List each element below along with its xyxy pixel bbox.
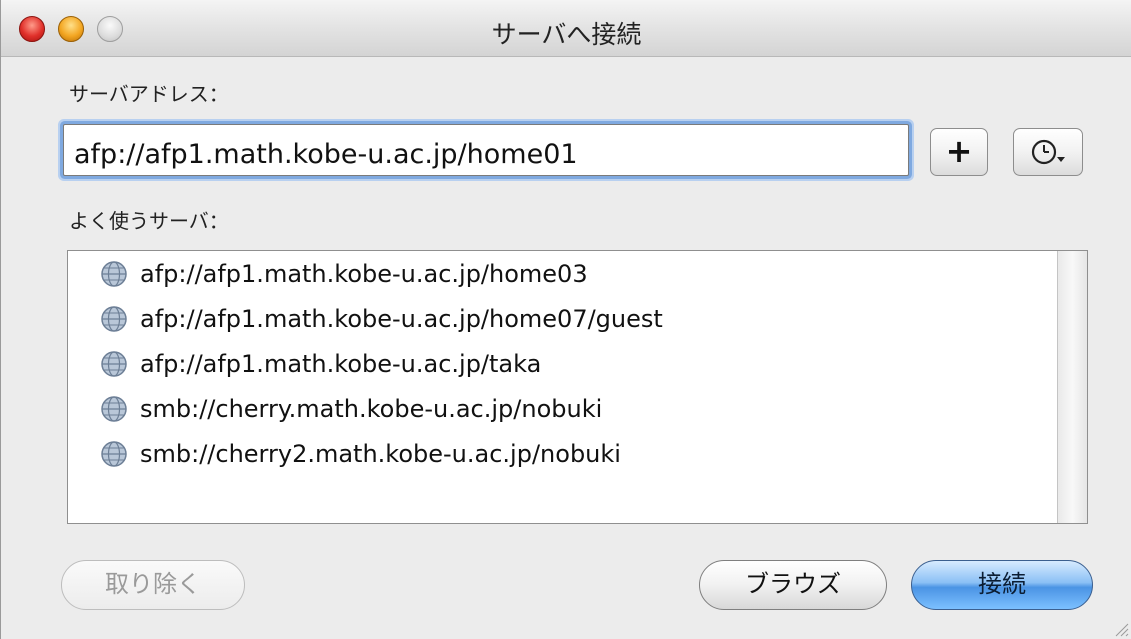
browse-button[interactable]: ブラウズ [699,560,887,610]
list-item[interactable]: afp://afp1.math.kobe-u.ac.jp/home07/gues… [100,299,663,339]
list-item[interactable]: smb://cherry.math.kobe-u.ac.jp/nobuki [100,389,602,429]
network-globe-icon [101,351,127,377]
list-item[interactable]: smb://cherry2.math.kobe-u.ac.jp/nobuki [100,434,621,474]
add-favorite-button[interactable]: + [930,128,988,176]
favorite-servers-label: よく使うサーバ： [69,209,229,233]
network-globe-icon [101,396,127,422]
list-item-label: afp://afp1.math.kobe-u.ac.jp/taka [140,350,542,378]
network-globe-icon [101,261,127,287]
server-address-input[interactable] [63,124,909,176]
list-scrollbar[interactable] [1057,251,1087,523]
network-globe-icon [101,306,127,332]
list-item[interactable]: afp://afp1.math.kobe-u.ac.jp/home03 [100,254,588,294]
recent-servers-button[interactable] [1013,128,1083,176]
title-bar[interactable]: サーバへ接続 [1,0,1131,57]
window-title: サーバへ接続 [491,20,642,49]
connect-to-server-window: サーバへ接続 サーバアドレス： + よく使うサーバ： afp://afp1.ma… [0,0,1131,639]
network-globe-icon [101,441,127,467]
list-item-label: afp://afp1.math.kobe-u.ac.jp/home03 [140,260,588,288]
favorite-servers-list[interactable]: afp://afp1.math.kobe-u.ac.jp/home03 afp:… [67,250,1088,524]
list-item-label: smb://cherry2.math.kobe-u.ac.jp/nobuki [140,440,621,468]
remove-button[interactable]: 取り除く [61,560,245,610]
resize-grip-icon[interactable] [1111,619,1129,637]
list-item-label: smb://cherry.math.kobe-u.ac.jp/nobuki [140,395,603,423]
connect-button[interactable]: 接続 [911,560,1093,610]
list-item-label: afp://afp1.math.kobe-u.ac.jp/home07/gues… [140,305,663,333]
clock-dropdown-icon [1031,139,1065,165]
server-address-label: サーバアドレス： [69,82,229,106]
list-item[interactable]: afp://afp1.math.kobe-u.ac.jp/taka [100,344,541,384]
